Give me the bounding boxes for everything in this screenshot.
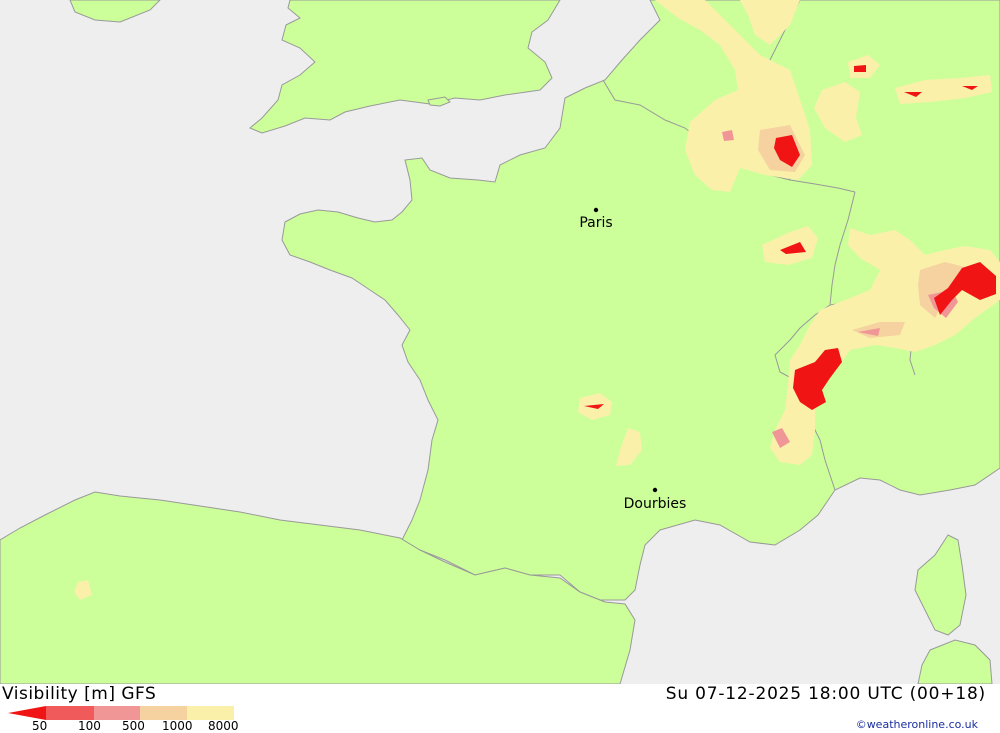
city-marker-paris[interactable] (593, 207, 599, 213)
city-label-dourbies: Dourbies (624, 496, 687, 512)
legend-swatch-1 (8, 706, 46, 720)
legend-color-bar (8, 706, 234, 720)
valid-time: Su 07-12-2025 18:00 UTC (00+18) (665, 684, 986, 704)
legend-swatch-2 (46, 706, 94, 720)
city-marker-dourbies[interactable] (652, 487, 658, 493)
copyright-link[interactable]: ©weatheronline.co.uk (856, 718, 978, 731)
legend-tick: 100 (78, 719, 101, 733)
legend-tick: 1000 (162, 719, 193, 733)
visibility-map: Paris Dourbies (0, 0, 1000, 684)
legend-swatch-4 (140, 706, 187, 720)
map-footer: Visibility [m] GFS Su 07-12-2025 18:00 U… (0, 684, 1000, 733)
vis-area-germany-2-dense (854, 65, 866, 72)
city-label-paris: Paris (579, 215, 612, 231)
legend-tick: 8000 (208, 719, 239, 733)
weather-map-app: Paris Dourbies Visibility [m] GFS Su 07-… (0, 0, 1000, 733)
legend-swatch-3 (94, 706, 140, 720)
product-title: Visibility [m] GFS (2, 684, 157, 704)
vis-area-benelux-small (722, 130, 734, 141)
legend-swatch-5 (187, 706, 234, 720)
legend-tick: 50 (32, 719, 48, 733)
legend-tick: 500 (122, 719, 145, 733)
